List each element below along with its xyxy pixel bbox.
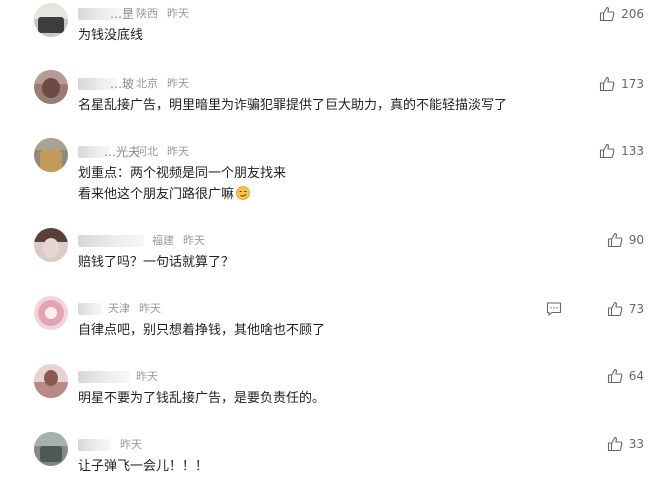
timestamp: 昨天 xyxy=(183,234,205,247)
comment-meta: 天津 昨天 xyxy=(108,302,161,316)
avatar[interactable] xyxy=(34,70,68,104)
avatar[interactable] xyxy=(34,3,68,37)
thumbs-up-icon xyxy=(600,77,615,92)
location: 福建 xyxy=(152,234,174,247)
thumbs-up-icon xyxy=(607,437,623,452)
thumbs-up-icon xyxy=(600,144,615,159)
comment-meta: 北京 昨天 xyxy=(136,77,189,91)
like-count: 133 xyxy=(621,144,644,158)
username-blurred[interactable] xyxy=(78,235,144,247)
location: 北京 xyxy=(136,77,158,90)
username-blurred[interactable] xyxy=(78,439,110,451)
comment-meta: 昨天 xyxy=(136,370,158,384)
like-count: 64 xyxy=(628,369,644,383)
timestamp: 昨天 xyxy=(120,438,142,451)
comment-text: 为钱没底线 xyxy=(78,25,143,46)
comment-meta: 河北 昨天 xyxy=(136,145,189,159)
comment-text: 名星乱接广告，明里暗里为诈骗犯罪提供了巨大助力，真的不能轻描淡写了 xyxy=(78,95,507,116)
like-count: 33 xyxy=(628,437,644,451)
like-count: 90 xyxy=(628,233,644,247)
smirk-emoji xyxy=(236,186,250,200)
location: 陕西 xyxy=(136,7,158,20)
timestamp: 昨天 xyxy=(167,77,189,90)
like-button[interactable]: 90 xyxy=(607,231,644,249)
comment-line: 名星乱接广告，明里暗里为诈骗犯罪提供了巨大助力，真的不能轻描淡写了 xyxy=(78,98,508,113)
comment-text: 明星不要为了钱乱接广告，是要负责任的。 xyxy=(78,388,325,409)
location: 河北 xyxy=(136,145,158,158)
timestamp: 昨天 xyxy=(139,302,161,315)
comment-line: 明星不要为了钱乱接广告，是要负责任的。 xyxy=(78,391,326,406)
like-button[interactable]: 73 xyxy=(607,300,644,318)
comment-line: 划重点：两个视频是同一个朋友找来 xyxy=(78,166,287,181)
avatar[interactable] xyxy=(34,138,68,172)
comment-line: 让子弹飞一会儿！！！ xyxy=(78,459,209,474)
comment-text: 自律点吧，别只想着挣钱，其他啥也不顾了 xyxy=(78,320,325,341)
avatar[interactable] xyxy=(34,432,68,466)
thumbs-up-icon xyxy=(607,369,623,384)
comment-icon[interactable] xyxy=(546,301,562,317)
username[interactable]: …光夫 xyxy=(104,145,140,159)
comment-line: 看来他这个朋友门路很广嘛 xyxy=(78,184,286,205)
like-button[interactable]: 173 xyxy=(599,75,644,93)
like-button[interactable]: 133 xyxy=(599,142,644,160)
like-button[interactable]: 64 xyxy=(607,367,644,385)
comment-meta: 昨天 xyxy=(120,438,142,452)
location: 天津 xyxy=(108,302,130,315)
thumbs-up-icon xyxy=(607,302,623,317)
comment-text: 划重点：两个视频是同一个朋友找来 看来他这个朋友门路很广嘛 xyxy=(78,163,286,205)
like-button[interactable]: 33 xyxy=(607,435,644,453)
avatar[interactable] xyxy=(34,364,68,398)
avatar[interactable] xyxy=(34,228,68,262)
comment-meta: 陕西 昨天 xyxy=(136,7,189,21)
comment-line: 赔钱了吗？一句话就算了？ xyxy=(78,255,235,270)
username-blurred[interactable] xyxy=(78,303,102,315)
comment-meta: 福建 昨天 xyxy=(152,234,205,248)
comment-text: 让子弹飞一会儿！！！ xyxy=(78,456,208,477)
like-button[interactable]: 206 xyxy=(599,5,644,23)
like-count: 206 xyxy=(621,7,644,21)
thumbs-up-icon xyxy=(600,7,615,22)
avatar[interactable] xyxy=(34,296,68,330)
comment-line: 为钱没底线 xyxy=(78,28,144,43)
timestamp: 昨天 xyxy=(136,370,158,383)
like-count: 173 xyxy=(621,77,644,91)
username[interactable]: …玻 xyxy=(110,77,134,91)
comment-text: 赔钱了吗？一句话就算了？ xyxy=(78,252,234,273)
timestamp: 昨天 xyxy=(167,7,189,20)
comment-line: 自律点吧，别只想着挣钱，其他啥也不顾了 xyxy=(78,323,326,338)
like-count: 73 xyxy=(628,302,644,316)
timestamp: 昨天 xyxy=(167,145,189,158)
thumbs-up-icon xyxy=(607,233,623,248)
username[interactable]: …昰 xyxy=(110,7,134,21)
username-blurred[interactable] xyxy=(78,371,130,383)
